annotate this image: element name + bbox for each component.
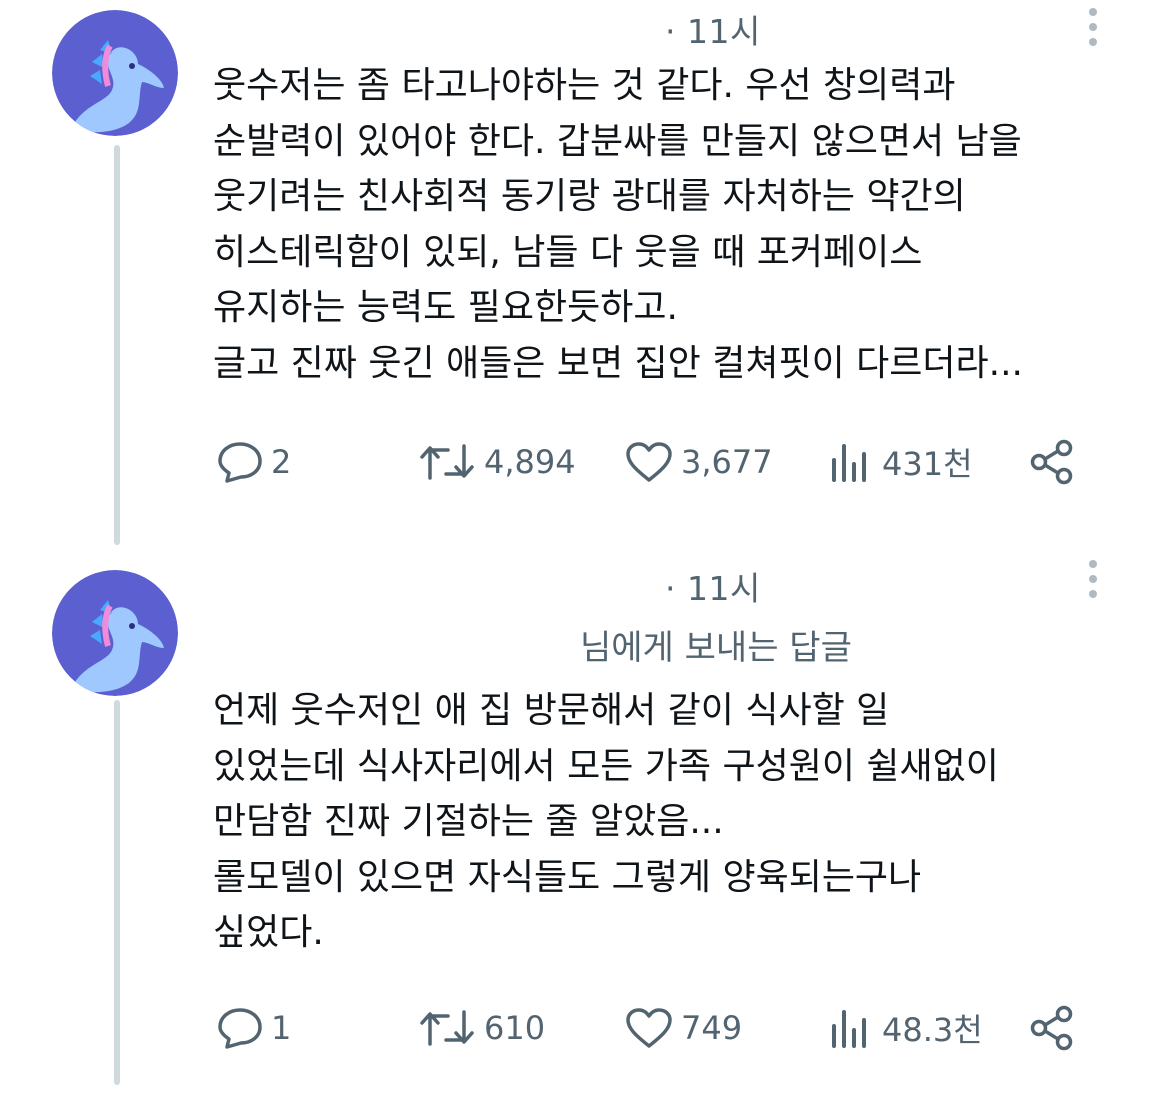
post-text-line: 언제 웃수저인 애 집 방문해서 같이 식사할 일 bbox=[213, 690, 890, 731]
more-options-icon[interactable] bbox=[1083, 8, 1103, 46]
views-bar-chart-icon bbox=[832, 444, 866, 482]
share-icon bbox=[1030, 1005, 1073, 1051]
retweet-button[interactable]: 4,894 bbox=[418, 432, 576, 492]
retweet-count: 4,894 bbox=[484, 443, 576, 481]
thread-line bbox=[114, 145, 120, 545]
like-count: 3,677 bbox=[681, 443, 773, 481]
thread-line bbox=[114, 700, 120, 1085]
post-time[interactable]: · 11시 bbox=[665, 5, 761, 53]
avatar[interactable] bbox=[52, 10, 178, 136]
post-text-line: 웃수저는 좀 타고나야하는 것 같다. 우선 창의력과 bbox=[213, 65, 956, 106]
reply-bubble-icon bbox=[218, 442, 262, 483]
views-button[interactable]: 431천 bbox=[828, 432, 973, 492]
post-text: 웃수저는 좀 타고나야하는 것 같다. 우선 창의력과 순발력이 있어야 한다.… bbox=[213, 58, 1023, 391]
reply-bubble-icon bbox=[218, 1008, 262, 1049]
post-time[interactable]: · 11시 bbox=[665, 562, 761, 610]
reply-count: 1 bbox=[271, 1009, 292, 1047]
avatar[interactable] bbox=[52, 570, 178, 696]
post-text-line: 있었는데 식사자리에서 모든 가족 구성원이 쉴새없이 bbox=[213, 745, 999, 787]
reply-button[interactable]: 2 bbox=[217, 432, 291, 492]
views-count: 431천 bbox=[882, 445, 973, 483]
post-actions: 1 610 749 48.3천 bbox=[213, 998, 1093, 1058]
like-button[interactable]: 749 bbox=[625, 998, 742, 1058]
reply-to-label[interactable]: 님에게 보내는 답글 bbox=[580, 620, 852, 669]
post-text-line: 순발력이 있어야 한다. 갑분싸를 만들지 않으면서 남을 bbox=[213, 120, 1022, 162]
reply-button[interactable]: 1 bbox=[217, 998, 291, 1058]
reply-count: 2 bbox=[271, 443, 292, 481]
heart-icon bbox=[626, 442, 672, 482]
like-button[interactable]: 3,677 bbox=[625, 432, 773, 492]
post-text-line: 히스테릭함이 있되, 남들 다 웃을 때 포커페이스 bbox=[213, 231, 923, 273]
more-options-icon[interactable] bbox=[1083, 560, 1103, 598]
views-count: 48.3천 bbox=[882, 1011, 983, 1049]
retweet-button[interactable]: 610 bbox=[418, 998, 545, 1058]
share-icon bbox=[1030, 439, 1073, 485]
views-bar-chart-icon bbox=[832, 1010, 866, 1048]
post-text-line: 싶었다. bbox=[213, 912, 324, 953]
views-button[interactable]: 48.3천 bbox=[828, 998, 983, 1058]
post-text-line: 글고 진짜 웃긴 애들은 보면 집안 컬쳐핏이 다르더라... bbox=[213, 342, 1023, 384]
post-text: 언제 웃수저인 애 집 방문해서 같이 식사할 일 있었는데 식사자리에서 모든… bbox=[213, 683, 999, 961]
post-text-line: 웃기려는 친사회적 동기랑 광대를 자처하는 약간의 bbox=[213, 176, 966, 217]
like-count: 749 bbox=[681, 1009, 743, 1047]
post-actions: 2 4,894 3,677 431천 bbox=[213, 432, 1093, 492]
post-text-line: 유지하는 능력도 필요한듯하고. bbox=[213, 287, 678, 328]
heart-icon bbox=[626, 1008, 672, 1048]
retweet-count: 610 bbox=[484, 1009, 546, 1047]
post-text-line: 만담함 진짜 기절하는 줄 알았음... bbox=[213, 801, 724, 842]
post-text-line: 롤모델이 있으면 자식들도 그렇게 양육되는구나 bbox=[213, 856, 922, 898]
retweet-icon bbox=[420, 1010, 474, 1046]
retweet-icon bbox=[420, 444, 474, 480]
share-button[interactable] bbox=[1028, 432, 1078, 492]
share-button[interactable] bbox=[1028, 998, 1078, 1058]
